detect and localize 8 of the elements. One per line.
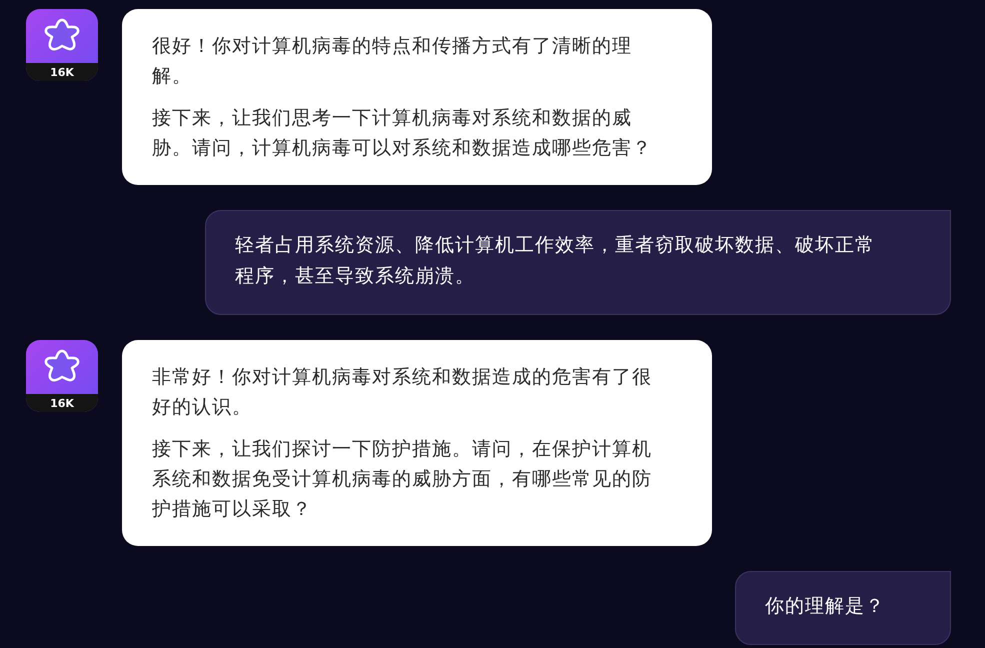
message-text: 非常好！你对计算机病毒对系统和数据造成的危害有了很好的认识。 xyxy=(152,365,653,420)
message-text: 接下来，让我们思考一下计算机病毒对系统和数据的威胁。请问，计算机病毒可以对系统和数据造成哪些危害？ xyxy=(152,106,653,161)
message-text: 很好！你对计算机病毒的特点和传播方式有了清晰的理解。 xyxy=(152,34,633,89)
avatar-badge: 16K xyxy=(26,63,98,81)
message-text: 你的理解是？ xyxy=(765,594,885,619)
message-text: 接下来，让我们探讨一下防护措施。请问，在保护计算机系统和数据免受计算机病毒的威胁方面，有哪些常见的防护措施可以采取？ xyxy=(152,437,653,522)
avatar-badge: 16K xyxy=(26,394,98,412)
message-text: 轻者占用系统资源、降低计算机工作效率，重者窃取破坏数据、破坏正常程序，甚至导致系统崩溃。 xyxy=(235,233,876,289)
